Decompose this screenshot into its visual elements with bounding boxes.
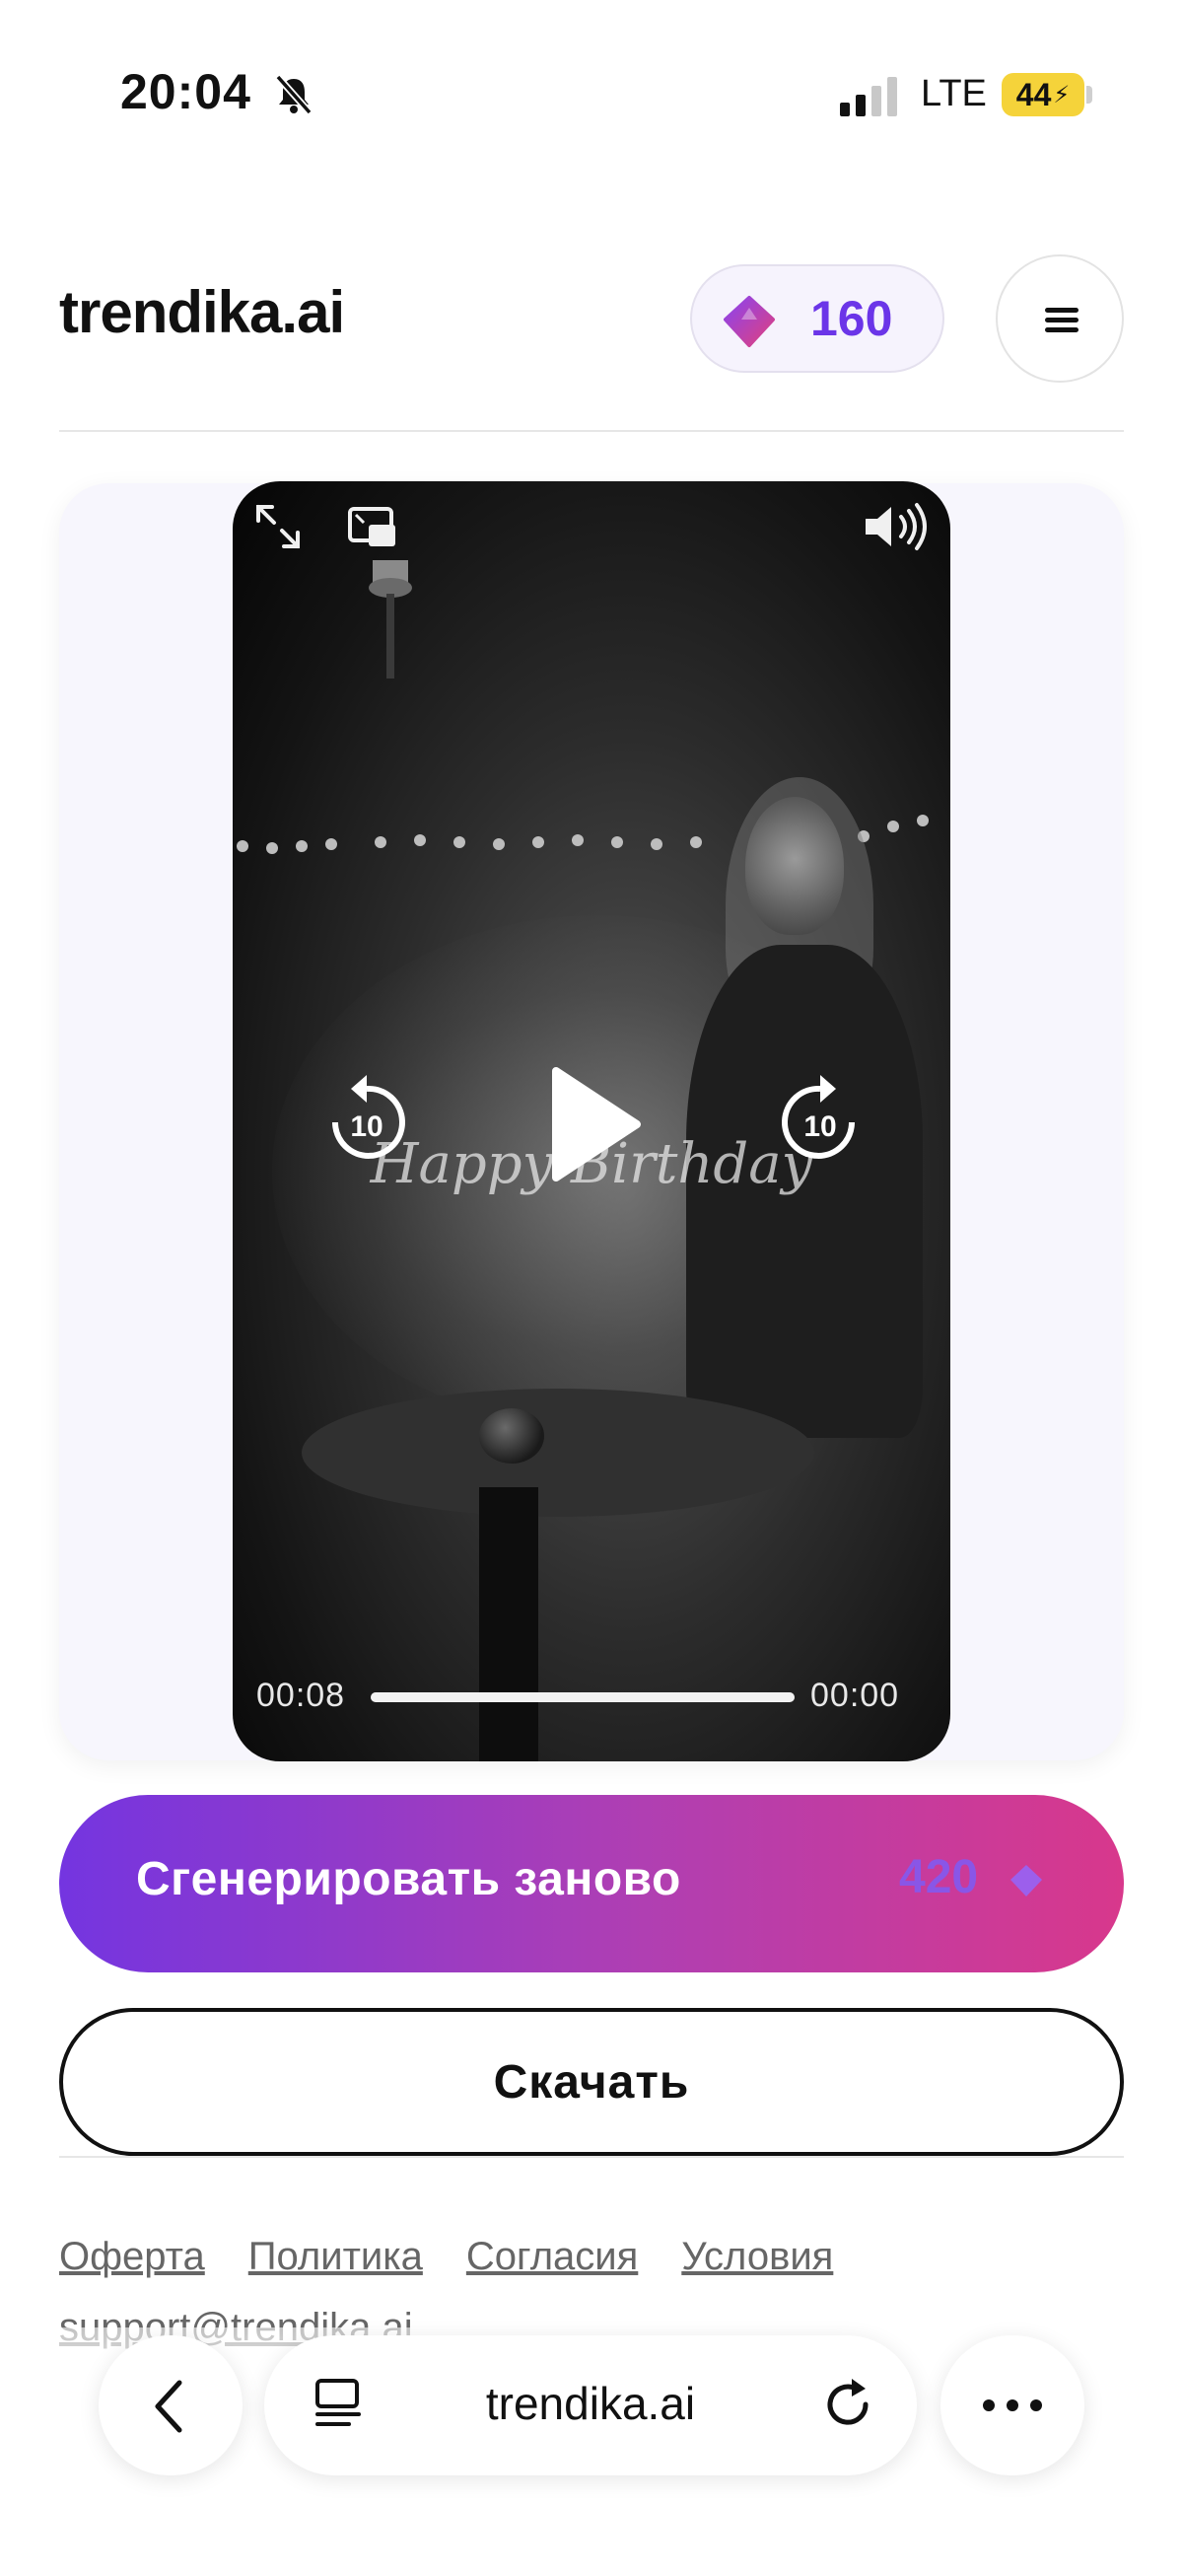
battery-indicator: 44 ⚡ (1002, 73, 1084, 116)
volume-icon[interactable] (862, 501, 931, 552)
browser-url: trendika.ai (485, 2378, 696, 2429)
video-player[interactable]: Happy Birthday 10 10 00:08 00:00 (233, 481, 950, 1761)
picture-in-picture-icon[interactable] (347, 503, 398, 550)
signal-icon (840, 77, 897, 116)
bell-muted-icon (275, 74, 313, 115)
scene-person-face (745, 797, 844, 935)
scene-table (302, 1389, 814, 1517)
skip-back-label: 10 (350, 1110, 383, 1143)
footer-link-offer[interactable]: Оферта (59, 2235, 205, 2278)
scene-table-leg (479, 1487, 538, 1761)
charging-bolt-icon: ⚡ (1053, 81, 1071, 108)
gem-icon (724, 296, 775, 347)
scene-lamp (369, 560, 412, 679)
footer-link-consents[interactable]: Согласия (466, 2235, 638, 2278)
current-time: 00:08 (256, 1677, 346, 1714)
browser-back-button[interactable] (99, 2335, 243, 2475)
hamburger-icon-line (1045, 318, 1079, 322)
video-progress-bar[interactable] (371, 1692, 795, 1702)
footer-divider (59, 2156, 1124, 2158)
skip-forward-10-icon[interactable]: 10 (777, 1073, 864, 1168)
scene-cake (479, 1408, 544, 1464)
status-time: 20:04 (120, 64, 251, 119)
battery-level: 44 (1015, 76, 1052, 112)
browser-address-bar[interactable]: trendika.ai (264, 2335, 917, 2475)
menu-button[interactable] (996, 254, 1124, 383)
fullscreen-icon[interactable] (252, 501, 304, 552)
hamburger-icon-line (1045, 327, 1079, 332)
reload-icon[interactable] (822, 2377, 877, 2432)
credits-balance-button[interactable]: 160 (690, 264, 944, 373)
download-button[interactable]: Скачать (59, 2008, 1124, 2156)
regenerate-button[interactable]: Сгенерировать заново 420 (59, 1795, 1124, 1972)
footer-links: Оферта Политика Согласия Условия (59, 2235, 876, 2279)
gem-icon (1010, 1865, 1042, 1896)
remaining-time: 00:00 (810, 1677, 900, 1714)
play-icon[interactable] (544, 1065, 643, 1183)
header-divider (59, 430, 1124, 432)
skip-forward-label: 10 (803, 1110, 836, 1143)
status-bar: 20:04 LTE 44 ⚡ (0, 0, 1183, 197)
browser-more-button[interactable] (940, 2335, 1084, 2475)
battery-tip (1086, 86, 1092, 104)
footer-link-policy[interactable]: Политика (248, 2235, 423, 2278)
hamburger-icon (1045, 308, 1079, 313)
regenerate-label: Сгенерировать заново (136, 1853, 681, 1905)
chevron-left-icon (155, 2380, 182, 2433)
more-dots-icon (983, 2399, 1042, 2411)
video-progress-fill (371, 1692, 795, 1702)
site-logo[interactable]: trendika.ai (59, 278, 345, 346)
footer-link-terms[interactable]: Условия (681, 2235, 833, 2278)
network-type: LTE (921, 73, 987, 114)
regenerate-cost: 420 (899, 1851, 979, 1903)
credits-count: 160 (810, 291, 893, 346)
skip-back-10-icon[interactable]: 10 (323, 1073, 410, 1168)
download-label: Скачать (493, 2056, 690, 2109)
